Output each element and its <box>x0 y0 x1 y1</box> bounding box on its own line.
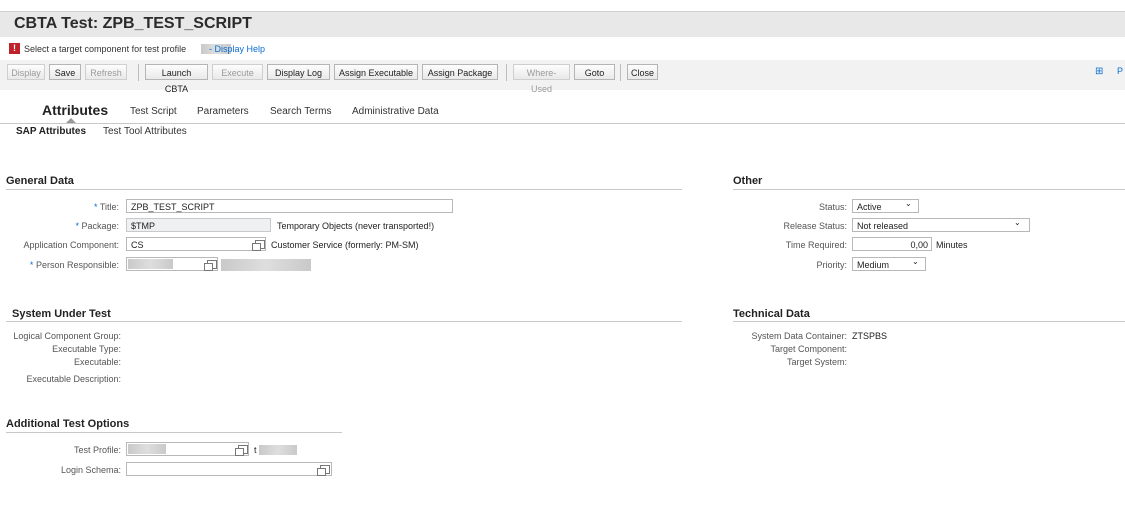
required-mark: * <box>93 202 98 212</box>
app-component-description: Customer Service (formerly: PM-SM) <box>271 240 419 250</box>
goto-button[interactable]: Goto <box>574 64 615 80</box>
test-profile-label: Test Profile: <box>73 445 121 455</box>
tab-underline <box>0 123 1125 124</box>
priority-value: Medium <box>857 260 890 270</box>
toolbar-separator <box>620 64 621 81</box>
title-label-text: Title: <box>99 202 119 212</box>
section-divider <box>6 189 682 190</box>
tab-attributes[interactable]: Attributes <box>42 102 108 118</box>
target-system-label: Target System: <box>786 357 847 367</box>
where-used-button[interactable]: Where-Used <box>513 64 570 94</box>
error-icon: ! <box>9 43 20 54</box>
tab-search-terms[interactable]: Search Terms <box>270 106 332 117</box>
subtab-sap-attributes[interactable]: SAP Attributes <box>16 126 86 137</box>
time-required-field[interactable]: 0,00 <box>852 237 932 251</box>
executable-label: Executable: <box>73 357 121 367</box>
display-help-link[interactable]: - Display Help <box>209 44 265 54</box>
redacted-person-name <box>221 259 311 271</box>
active-tab-indicator <box>66 118 76 123</box>
assign-package-button[interactable]: Assign Package <box>422 64 498 80</box>
section-divider <box>733 189 1125 190</box>
status-value: Active <box>857 202 882 212</box>
time-unit: Minutes <box>936 240 968 250</box>
execute-button[interactable]: Execute <box>212 64 263 80</box>
person-label-text: Person Responsible: <box>35 260 119 270</box>
login-schema-label: Login Schema: <box>60 465 121 475</box>
toolbar-separator <box>138 64 139 81</box>
title-field[interactable]: ZPB_TEST_SCRIPT <box>126 199 453 213</box>
section-divider <box>6 321 682 322</box>
additional-test-options-heading: Additional Test Options <box>6 418 130 430</box>
release-status-value: Not released <box>857 221 909 231</box>
message-text: Select a target component for test profi… <box>24 44 265 54</box>
app-component-field[interactable]: CS <box>126 237 266 251</box>
package-label: * Package: <box>0 221 119 231</box>
title-label: * Title: <box>0 202 119 212</box>
executable-description-label: Executable Description: <box>26 374 121 384</box>
section-divider <box>6 432 342 433</box>
right-link[interactable]: P <box>1117 66 1123 76</box>
launch-cbta-button[interactable]: Launch CBTA <box>145 64 208 94</box>
other-heading: Other <box>733 175 763 187</box>
display-button[interactable]: Display <box>7 64 45 80</box>
required-mark: * <box>75 221 79 231</box>
redacted-test-profile-desc <box>259 445 297 455</box>
package-label-text: Package: <box>81 221 119 231</box>
logical-component-group-label: Logical Component Group: <box>13 331 121 341</box>
package-field: $TMP <box>126 218 271 232</box>
executable-type-label: Executable Type: <box>52 344 121 354</box>
redacted-person <box>128 259 173 269</box>
package-description: Temporary Objects (never transported!) <box>277 221 435 231</box>
time-required-label: Time Required: <box>785 240 847 250</box>
value-help-icon[interactable] <box>235 445 248 456</box>
release-status-select[interactable]: Not released <box>852 218 1030 232</box>
toolbar-separator <box>506 64 507 81</box>
value-help-icon[interactable] <box>204 260 217 271</box>
refresh-button[interactable]: Refresh <box>85 64 127 80</box>
subtab-test-tool-attributes[interactable]: Test Tool Attributes <box>103 126 187 137</box>
required-mark: * <box>29 260 34 270</box>
value-help-icon[interactable] <box>317 465 330 476</box>
status-label: Status: <box>818 202 847 212</box>
priority-label: Priority: <box>816 260 847 270</box>
section-divider <box>733 321 1125 322</box>
chevron-down-icon: ⌄ <box>912 257 919 266</box>
login-schema-field[interactable] <box>126 462 332 476</box>
system-under-test-heading: System Under Test <box>12 308 111 320</box>
target-component-label: Target Component: <box>770 344 847 354</box>
release-status-label: Release Status: <box>783 221 847 231</box>
display-log-button[interactable]: Display Log <box>267 64 330 80</box>
chevron-down-icon: ⌄ <box>1014 218 1021 227</box>
tab-parameters[interactable]: Parameters <box>197 106 249 117</box>
close-button[interactable]: Close <box>627 64 658 80</box>
value-help-icon[interactable] <box>252 240 265 251</box>
message-label: Select a target component for test profi… <box>24 44 187 54</box>
app-component-label: Application Component: <box>23 240 119 250</box>
tab-administrative-data[interactable]: Administrative Data <box>352 106 439 117</box>
system-data-container-label: System Data Container: <box>751 331 847 341</box>
layout-menu-icon[interactable]: ⊞ <box>1095 66 1103 77</box>
test-profile-description-prefix: t <box>254 445 257 455</box>
general-data-heading: General Data <box>6 175 74 187</box>
chevron-down-icon: ⌄ <box>905 199 912 208</box>
system-data-container-value: ZTSPBS <box>852 331 888 341</box>
person-responsible-label: * Person Responsible: <box>0 260 119 270</box>
save-button[interactable]: Save <box>49 64 81 80</box>
technical-data-heading: Technical Data <box>733 308 810 320</box>
page-title: CBTA Test: ZPB_TEST_SCRIPT <box>14 15 252 32</box>
redacted-test-profile <box>128 444 166 454</box>
assign-executable-button[interactable]: Assign Executable <box>334 64 418 80</box>
tab-test-script[interactable]: Test Script <box>130 106 177 117</box>
